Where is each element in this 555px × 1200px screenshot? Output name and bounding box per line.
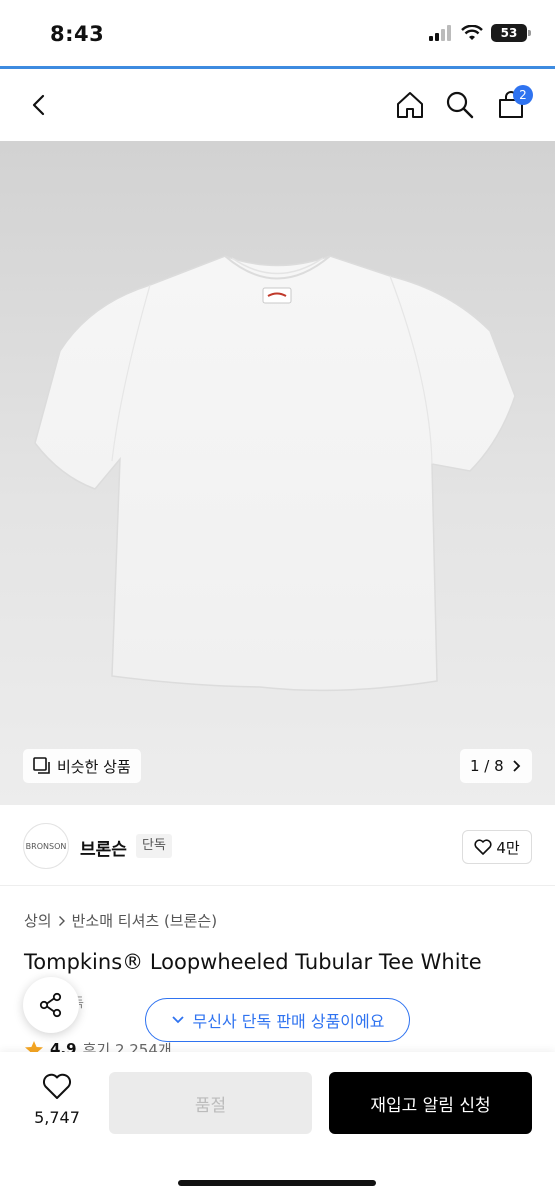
brand-name[interactable]: 브론슨 <box>80 835 127 860</box>
brand-like-button[interactable]: 4만 <box>462 830 532 864</box>
product-title: Tompkins® Loopwheeled Tubular Tee White <box>24 950 482 974</box>
search-button[interactable] <box>438 83 482 127</box>
signal-icon <box>429 25 451 41</box>
home-button[interactable] <box>388 83 432 127</box>
share-icon <box>39 992 62 1018</box>
chevron-right-icon <box>58 915 65 926</box>
wishlist-count: 5,747 <box>34 1108 80 1127</box>
chevron-right-icon <box>513 760 521 772</box>
brand-exclusive-tag: 단독 <box>136 834 172 858</box>
status-time: 8:43 <box>50 22 105 46</box>
share-button[interactable] <box>23 977 79 1033</box>
top-nav: 2 <box>0 69 555 141</box>
similar-items-label: 비슷한 상품 <box>57 757 131 776</box>
similar-items-button[interactable]: 비슷한 상품 <box>23 749 141 783</box>
cart-count-badge: 2 <box>513 85 533 105</box>
stacked-squares-icon <box>33 757 50 774</box>
home-indicator <box>178 1180 376 1186</box>
back-arrow-icon <box>32 94 45 116</box>
heart-icon <box>474 839 492 855</box>
chevron-down-icon <box>171 1016 184 1024</box>
heart-icon <box>42 1073 72 1099</box>
brand-row: BRONSON 브론슨 단독 4만 <box>0 806 555 886</box>
back-button[interactable] <box>18 83 62 127</box>
breadcrumb: 상의 반소매 티셔츠 (브론슨) <box>24 910 217 931</box>
cart-button[interactable]: 2 <box>489 83 533 127</box>
product-image-gallery[interactable]: 비슷한 상품 1 / 8 <box>0 141 555 805</box>
wifi-icon <box>461 25 483 40</box>
restock-alert-button[interactable]: 재입고 알림 신청 <box>329 1072 532 1134</box>
battery-icon: 53 <box>491 24 531 42</box>
brand-like-count: 4만 <box>496 838 520 857</box>
brand-logo-text: BRONSON <box>25 841 67 851</box>
product-image-tshirt <box>34 255 516 692</box>
status-icons: 53 <box>429 24 531 42</box>
brand-logo[interactable]: BRONSON <box>23 823 69 869</box>
wishlist-button[interactable]: 5,747 <box>24 1072 90 1127</box>
status-bar: 8:43 53 <box>0 0 555 69</box>
exclusive-notice-text: 무신사 단독 판매 상품이에요 <box>192 1012 385 1031</box>
image-counter[interactable]: 1 / 8 <box>460 749 532 783</box>
home-icon <box>397 92 423 118</box>
exclusive-notice-pill[interactable]: 무신사 단독 판매 상품이에요 <box>145 998 410 1042</box>
breadcrumb-subcategory[interactable]: 반소매 티셔츠 (브론슨) <box>72 910 217 931</box>
bottom-action-bar: 5,747 품절 재입고 알림 신청 <box>0 1052 555 1200</box>
image-counter-text: 1 / 8 <box>470 757 504 775</box>
breadcrumb-category[interactable]: 상의 <box>24 910 52 931</box>
soldout-button[interactable]: 품절 <box>109 1072 312 1134</box>
search-icon <box>446 91 474 119</box>
